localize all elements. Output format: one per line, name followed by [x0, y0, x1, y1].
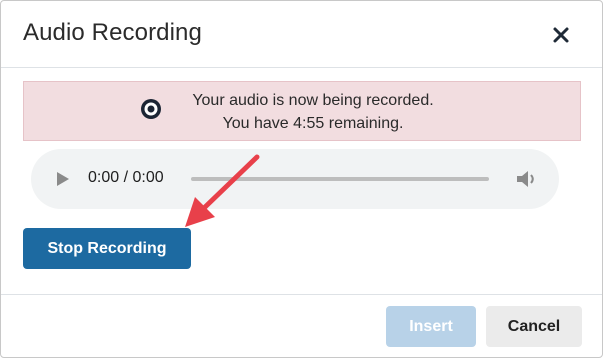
dialog-title: Audio Recording — [23, 19, 202, 46]
audio-recording-dialog: Audio Recording Your audio is now being … — [0, 0, 603, 358]
cancel-button[interactable]: Cancel — [486, 306, 582, 347]
audio-player: 0:00 / 0:00 — [31, 149, 559, 209]
dialog-header: Audio Recording — [1, 1, 602, 68]
close-button[interactable] — [547, 21, 575, 49]
volume-icon[interactable] — [515, 168, 539, 190]
insert-button[interactable]: Insert — [386, 306, 476, 347]
alert-message: Your audio is now being recorded. — [192, 92, 434, 109]
playback-progress-slider[interactable] — [191, 177, 489, 181]
stop-recording-button[interactable]: Stop Recording — [23, 228, 191, 269]
close-icon — [553, 27, 569, 43]
recording-alert: Your audio is now being recorded. You ha… — [23, 81, 581, 141]
play-icon[interactable] — [55, 170, 71, 188]
playback-time: 0:00 / 0:00 — [88, 169, 164, 186]
alert-remaining-time: You have 4:55 remaining. — [222, 115, 404, 132]
dialog-footer: Insert Cancel — [1, 294, 602, 358]
